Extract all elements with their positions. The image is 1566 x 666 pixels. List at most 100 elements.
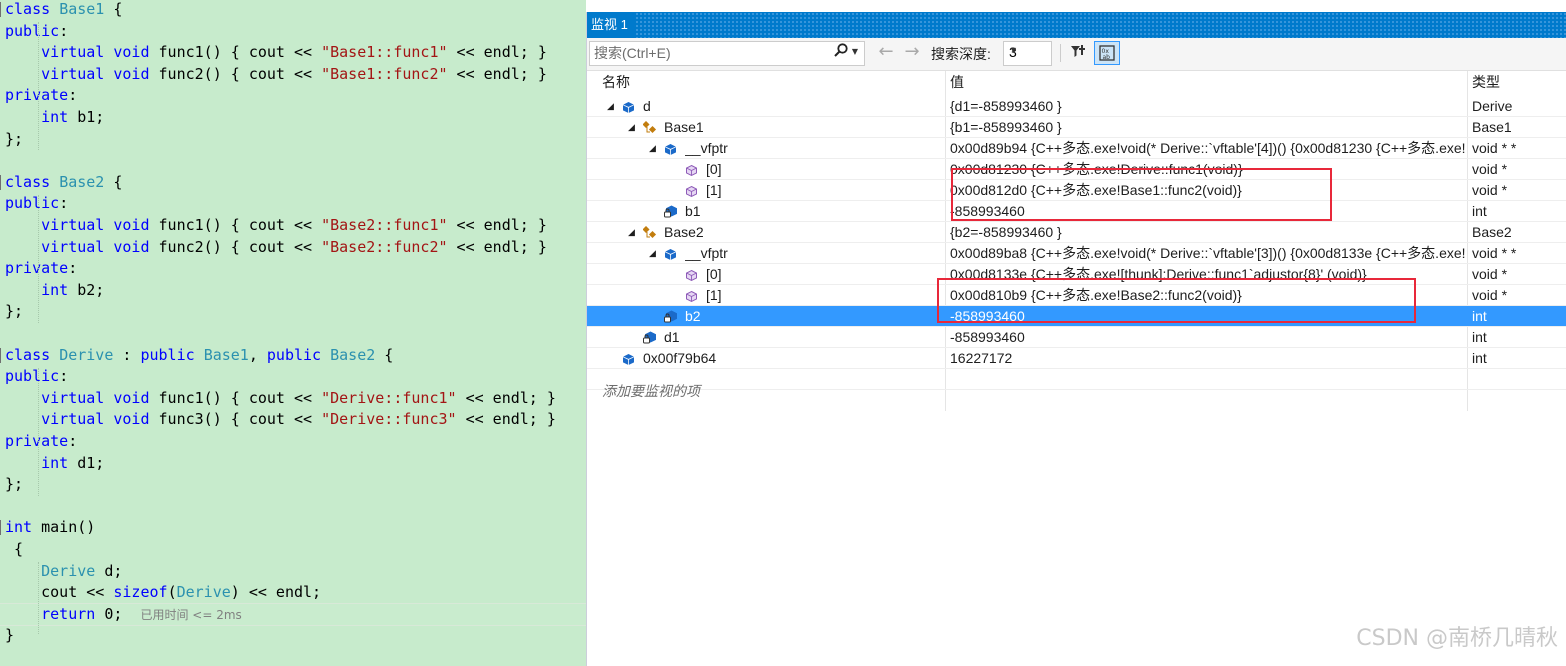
private-field-icon (664, 309, 677, 323)
add-watch-item[interactable]: 添加要监视的项 (602, 381, 700, 401)
search-icon[interactable] (832, 42, 850, 63)
code-line[interactable]: int d1; (0, 453, 586, 474)
code-token: int (41, 108, 69, 126)
code-line[interactable]: public: (0, 21, 586, 42)
column-header-value[interactable]: 值 (950, 71, 964, 93)
code-token: d1; (68, 453, 105, 472)
code-token: func1() { cout << (149, 43, 322, 62)
watch-row-name: [1] (706, 287, 722, 303)
watch-row[interactable]: ◢ Base2 {b2=-858993460 } Base2 (587, 222, 1566, 243)
filter-pin-icon[interactable] (1067, 43, 1089, 66)
watch-row[interactable]: ◢ __vfptr 0x00d89b94 {C++多态.exe!void(* Der… (587, 138, 1566, 159)
code-line[interactable]: virtual void func3() { cout << "Derive::… (0, 409, 586, 430)
watch-row[interactable]: ◢ d {d1=-858993460 } Derive (587, 96, 1566, 117)
fold-marker[interactable] (0, 174, 1, 190)
watch-row-type: int (1472, 329, 1487, 345)
search-depth-select[interactable]: 3 ▼ (1003, 41, 1052, 66)
code-line[interactable]: int main() (0, 517, 586, 538)
watch-row[interactable]: ◢ Base1 {b1=-858993460 } Base1 (587, 117, 1566, 138)
expand-toggle-icon[interactable]: ◢ (628, 117, 635, 138)
code-token: return (41, 604, 96, 623)
fold-marker[interactable] (0, 520, 1, 536)
code-line[interactable]: class Base1 { (0, 0, 586, 20)
fold-marker[interactable] (0, 347, 1, 363)
code-token: private (5, 432, 69, 450)
code-line[interactable]: private: (0, 258, 586, 279)
code-token: : (68, 86, 78, 105)
object-icon (622, 99, 635, 113)
watch-row-type: void * (1472, 161, 1508, 177)
watch-row-value[interactable]: {d1=-858993460 } (950, 96, 1465, 117)
code-token: Derive (176, 583, 231, 602)
column-header-type[interactable]: 类型 (1472, 71, 1500, 93)
code-line[interactable]: public: (0, 193, 586, 214)
watch-row[interactable]: ◢ __vfptr 0x00d89ba8 {C++多态.exe!void(* Der… (587, 243, 1566, 264)
code-line[interactable]: class Derive : public Base1, public Base… (0, 345, 586, 366)
expand-toggle-icon[interactable]: ◢ (628, 222, 635, 243)
code-line[interactable]: class Base2 { (0, 172, 586, 193)
fold-marker[interactable] (0, 2, 1, 17)
watch-row-name: Base2 (664, 224, 704, 240)
highlight-box-base2-vtable (937, 278, 1416, 323)
code-editor[interactable]: class Base1 {public: virtual void func1(… (0, 0, 586, 666)
column-header-name[interactable]: 名称 (602, 71, 630, 93)
watch-row-value[interactable]: -858993460 (950, 327, 1465, 348)
object-icon (622, 351, 635, 365)
code-line[interactable]: public: (0, 366, 586, 387)
expand-toggle-icon[interactable]: ◢ (649, 243, 656, 264)
watch-title-bar[interactable]: 监视 1 (587, 12, 1566, 38)
code-line[interactable] (0, 496, 586, 517)
code-line[interactable] (0, 150, 586, 171)
code-line[interactable]: virtual void func1() { cout << "Derive::… (0, 388, 586, 409)
watch-row-type: int (1472, 308, 1487, 324)
watch-row-type: Base1 (1472, 119, 1512, 135)
code-token: class (5, 172, 51, 191)
code-line[interactable]: }; (0, 474, 586, 495)
watch-row[interactable]: d1 -858993460 int (587, 327, 1566, 348)
code-line[interactable]: Derive d; (0, 561, 586, 582)
watch-row[interactable]: 0x00f79b64 16227172 int (587, 348, 1566, 369)
code-line[interactable]: } (0, 625, 586, 646)
search-input[interactable] (590, 42, 824, 63)
hex-display-icon[interactable]: 0x ab (1094, 41, 1120, 65)
code-line[interactable]: virtual void func1() { cout << "Base2::f… (0, 215, 586, 236)
watch-title: 监视 1 (587, 12, 634, 38)
search-box[interactable]: ▼ (589, 41, 865, 66)
watch-row-type: Derive (1472, 98, 1513, 114)
code-token: func2() { cout << (149, 64, 322, 83)
watch-row-value[interactable]: {b1=-858993460 } (950, 117, 1465, 138)
code-token: int (41, 280, 69, 299)
code-token: Base1 (203, 345, 249, 364)
code-line[interactable]: virtual void func2() { cout << "Base2::f… (0, 237, 586, 258)
code-line[interactable]: return 0; 已用时间 <= 2ms (0, 602, 586, 626)
code-line[interactable]: }; (0, 301, 586, 322)
watch-row-value[interactable]: 0x00d89b94 {C++多态.exe!void(* Derive::`vf… (950, 138, 1465, 159)
code-line[interactable]: private: (0, 85, 586, 106)
code-line[interactable]: virtual void func2() { cout << "Base1::f… (0, 64, 586, 85)
watch-row-name: d (643, 98, 651, 114)
code-line[interactable]: private: (0, 431, 586, 452)
code-line[interactable]: int b1; (0, 107, 586, 128)
private-field-icon (664, 204, 677, 218)
forward-arrow-icon[interactable]: → (901, 42, 923, 62)
code-line[interactable]: virtual void func1() { cout << "Base1::f… (0, 42, 586, 63)
watch-row-value[interactable]: {b2=-858993460 } (950, 222, 1465, 243)
code-line[interactable]: cout << sizeof(Derive) << endl; (0, 582, 586, 603)
watch-row-value[interactable]: 0x00d89ba8 {C++多态.exe!void(* Derive::`vf… (950, 243, 1465, 264)
code-token: }; (5, 302, 24, 321)
code-line[interactable]: int b2; (0, 280, 586, 301)
add-watch-row[interactable] (587, 369, 1566, 390)
expand-toggle-icon[interactable]: ◢ (649, 138, 656, 159)
back-arrow-icon[interactable]: ← (875, 42, 897, 62)
code-token: "Base2::func2" (321, 237, 448, 256)
code-line[interactable] (0, 323, 586, 344)
search-options-chevron-down-icon[interactable]: ▼ (850, 42, 860, 62)
code-token: << endl; } (447, 43, 547, 62)
code-line[interactable]: { (0, 539, 586, 560)
watch-row-value[interactable]: 16227172 (950, 348, 1465, 369)
code-line[interactable]: }; (0, 129, 586, 150)
expand-toggle-icon[interactable]: ◢ (607, 96, 614, 117)
